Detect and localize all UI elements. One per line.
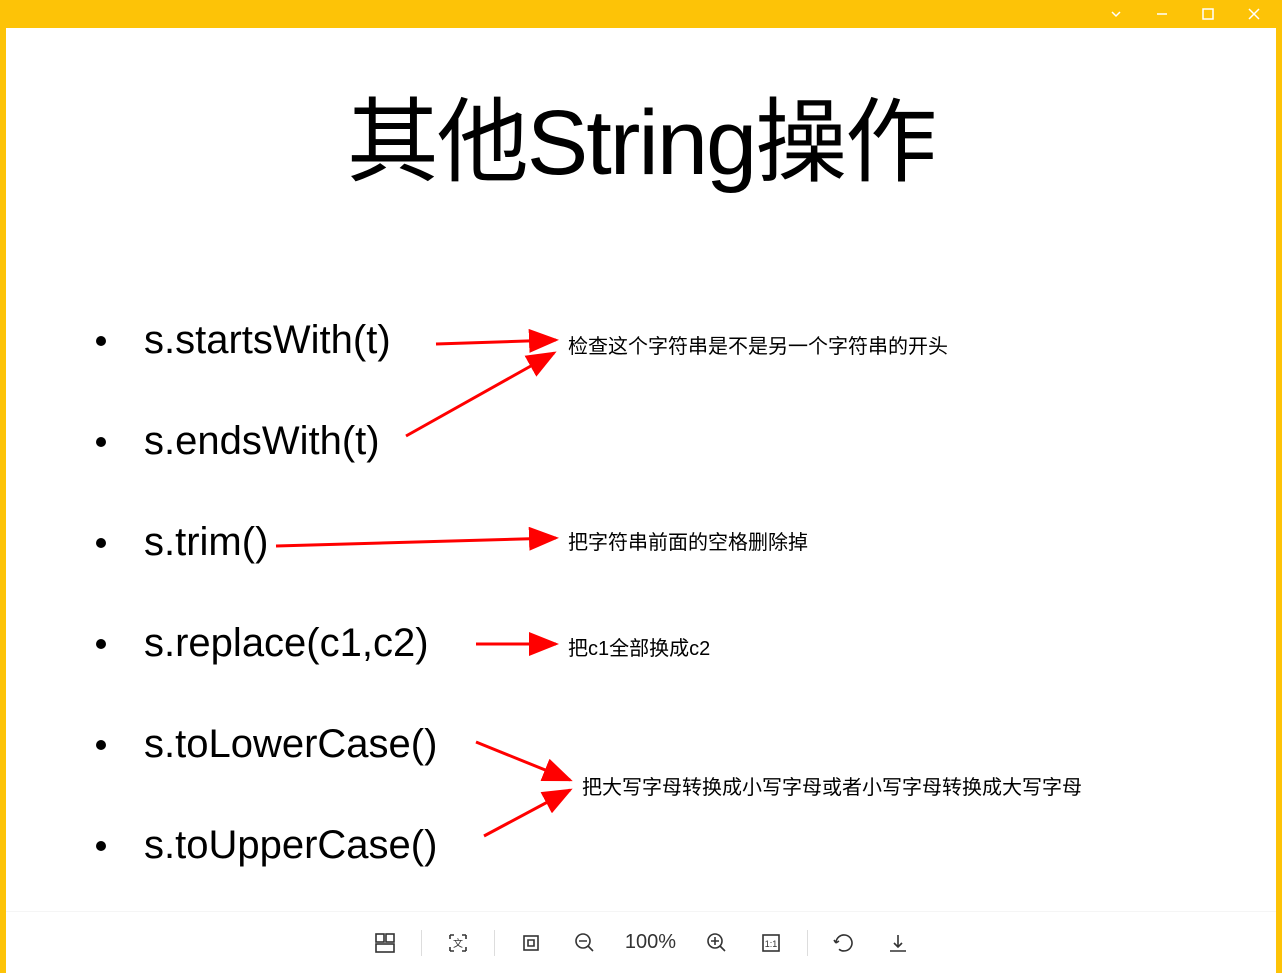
zoom-in-button[interactable] (699, 925, 735, 961)
thumbnails-button[interactable] (367, 925, 403, 961)
ocr-button[interactable]: 文 (440, 925, 476, 961)
viewer-toolbar: 文 100% 1:1 (6, 911, 1276, 973)
bullet-icon (96, 639, 106, 649)
bullet-text: s.trim() (144, 520, 268, 565)
toolbar-separator (421, 930, 422, 956)
bullet-text: s.startsWith(t) (144, 318, 391, 363)
bullet-list: s.startsWith(t) s.endsWith(t) s.trim() s… (96, 318, 437, 911)
rotate-button[interactable] (826, 925, 862, 961)
window-edge-right (1276, 28, 1282, 973)
bullet-icon (96, 841, 106, 851)
list-item: s.trim() (96, 520, 437, 565)
bullet-icon (96, 437, 106, 447)
close-button[interactable] (1234, 0, 1274, 28)
svg-text:1:1: 1:1 (764, 939, 777, 949)
list-item: s.startsWith(t) (96, 318, 437, 363)
fit-page-button[interactable] (513, 925, 549, 961)
bullet-icon (96, 740, 106, 750)
annotation-replace: 把c1全部换成c2 (568, 632, 710, 661)
zoom-level-label[interactable]: 100% (621, 931, 681, 954)
maximize-button[interactable] (1188, 0, 1228, 28)
annotation-starts-ends: 检查这个字符串是不是另一个字符串的开头 (568, 330, 948, 359)
bullet-icon (96, 336, 106, 346)
slide-content: 其他String操作 s.startsWith(t) s.endsWith(t)… (6, 28, 1276, 911)
list-item: s.replace(c1,c2) (96, 621, 437, 666)
actual-size-button[interactable]: 1:1 (753, 925, 789, 961)
toolbar-separator (494, 930, 495, 956)
bullet-icon (96, 538, 106, 548)
toolbar-separator (807, 930, 808, 956)
bullet-text: s.endsWith(t) (144, 419, 380, 464)
bullet-text: s.replace(c1,c2) (144, 621, 429, 666)
list-item: s.endsWith(t) (96, 419, 437, 464)
list-item: s.toUpperCase() (96, 823, 437, 868)
bullet-text: s.toLowerCase() (144, 722, 437, 767)
dropdown-button[interactable] (1096, 0, 1136, 28)
list-item: s.toLowerCase() (96, 722, 437, 767)
window-titlebar (0, 0, 1282, 28)
annotation-case: 把大写字母转换成小写字母或者小写字母转换成大写字母 (582, 771, 1082, 800)
annotation-trim: 把字符串前面的空格删除掉 (568, 526, 808, 555)
slide-title: 其他String操作 (6, 68, 1276, 201)
minimize-button[interactable] (1142, 0, 1182, 28)
bullet-text: s.toUpperCase() (144, 823, 437, 868)
svg-text:文: 文 (453, 937, 463, 950)
zoom-out-button[interactable] (567, 925, 603, 961)
download-button[interactable] (880, 925, 916, 961)
